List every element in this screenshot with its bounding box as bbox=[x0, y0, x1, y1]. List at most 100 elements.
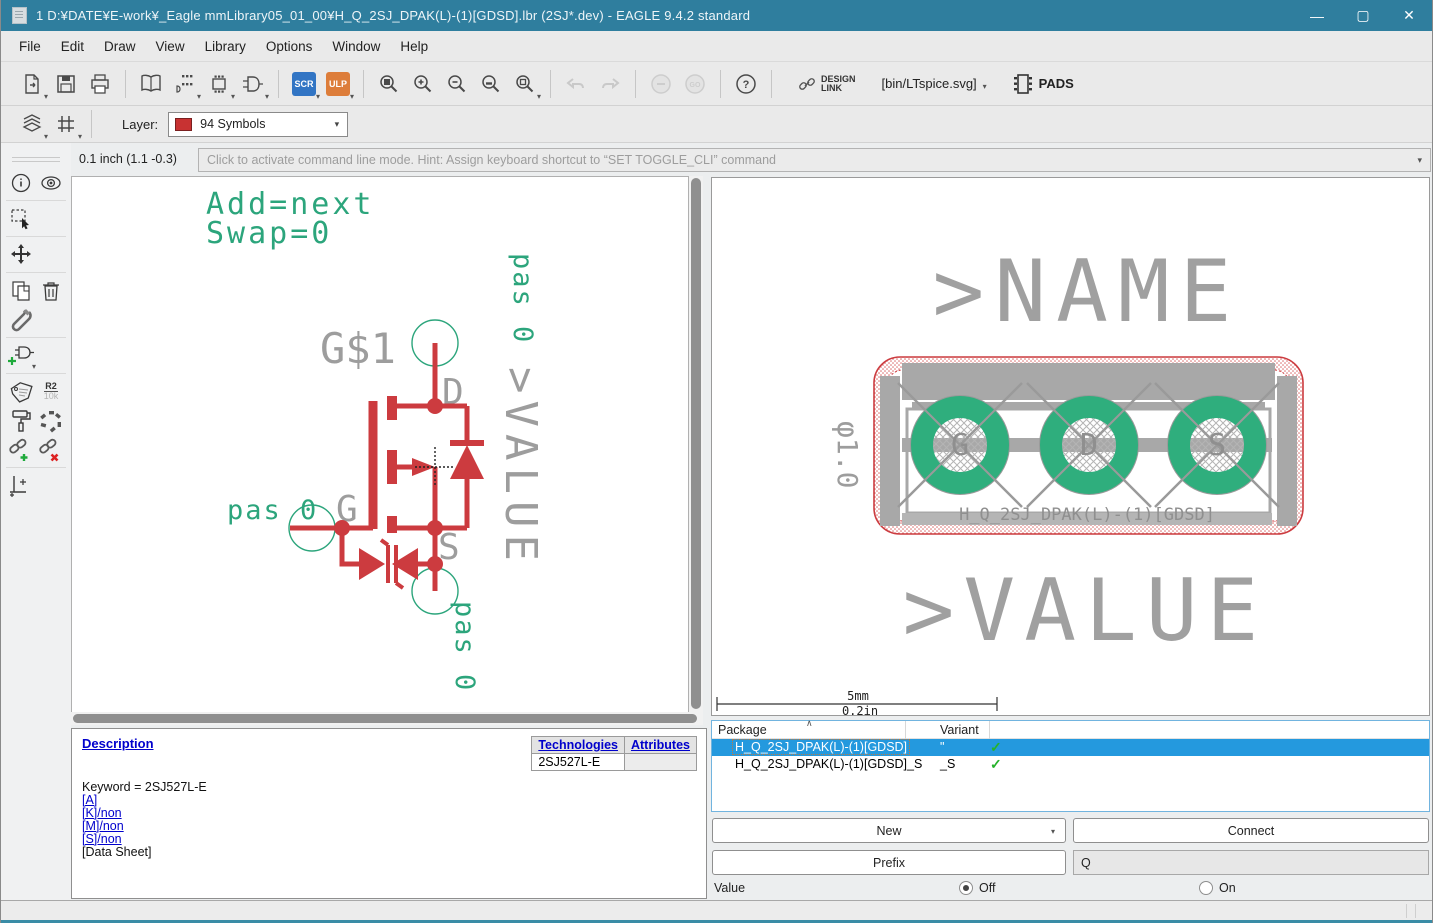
menu-edit[interactable]: Edit bbox=[51, 35, 94, 58]
status-bar bbox=[1, 900, 1432, 920]
package-canvas[interactable]: >NAME >VALUE G D S H_Q_2SJ_DPAK(L)-(1)[G… bbox=[711, 177, 1430, 718]
scale-bar: 5mm 0.2in bbox=[716, 689, 998, 718]
window-title: 1 D:¥DATE¥E-work¥_Eagle mmLibrary05_01_0… bbox=[36, 8, 751, 23]
change-tool-button[interactable] bbox=[6, 305, 36, 334]
description-link[interactable]: Description bbox=[82, 736, 154, 751]
close-button[interactable]: ✕ bbox=[1386, 0, 1432, 31]
link-s-non[interactable]: [S]/non bbox=[82, 833, 207, 846]
help-button[interactable]: ? bbox=[730, 68, 762, 100]
prefix-value: Q bbox=[1081, 855, 1091, 870]
move-tool-button[interactable] bbox=[6, 240, 36, 269]
zoom-select-button[interactable] bbox=[475, 68, 507, 100]
go-button[interactable]: GO bbox=[679, 68, 711, 100]
symbol-canvas[interactable]: Add=next Swap=0 G$1 D G S >VALUE pas 0 p… bbox=[71, 176, 689, 712]
drill-size-label: φ1.0 bbox=[831, 421, 864, 488]
pads-label: PADS bbox=[1038, 76, 1074, 91]
dimension-tool-button[interactable] bbox=[6, 471, 36, 500]
smash-tool-button[interactable] bbox=[36, 406, 66, 435]
print-button[interactable] bbox=[84, 68, 116, 100]
show-tool-button[interactable] bbox=[36, 168, 66, 197]
symbol-canvas-hscrollbar[interactable] bbox=[71, 712, 703, 725]
column-divider[interactable] bbox=[905, 721, 906, 739]
pads-button[interactable]: PADS bbox=[1013, 72, 1074, 96]
script-button[interactable]: SCR ▾ bbox=[288, 68, 320, 100]
value-tool-button[interactable]: R2 10k bbox=[36, 377, 66, 406]
device-editor-button[interactable]: ▾ bbox=[169, 68, 201, 100]
vscroll-thumb[interactable] bbox=[691, 178, 701, 709]
info-tool-button[interactable] bbox=[6, 168, 36, 197]
menu-view[interactable]: View bbox=[146, 35, 195, 58]
pin-top-label: pas 0 bbox=[507, 253, 538, 344]
resize-grip[interactable] bbox=[1406, 904, 1426, 918]
save-button[interactable] bbox=[50, 68, 82, 100]
zoom-fit-button[interactable] bbox=[373, 68, 405, 100]
column-variant[interactable]: Variant bbox=[940, 723, 979, 737]
coordinate-display: 0.1 inch (1.1 -0.3) bbox=[79, 152, 177, 166]
ltspice-label: [bin/LTspice.svg] bbox=[881, 76, 977, 91]
grid-button[interactable]: ▾ bbox=[50, 108, 82, 141]
attributes-header-link[interactable]: Attributes bbox=[623, 736, 698, 754]
ltspice-dropdown[interactable]: [bin/LTspice.svg] ▾ bbox=[882, 76, 987, 91]
palette-drag-handle[interactable] bbox=[12, 157, 60, 162]
prefix-value-field[interactable]: Q bbox=[1073, 850, 1429, 875]
command-line-input[interactable]: Click to activate command line mode. Hin… bbox=[198, 148, 1431, 172]
package-table-header[interactable]: Package ∧ Variant bbox=[712, 718, 1429, 739]
copy-tool-button[interactable] bbox=[6, 276, 36, 305]
design-link-button[interactable]: DESIGN LINK bbox=[798, 74, 856, 93]
package-editor-button[interactable]: ▾ bbox=[203, 68, 235, 100]
pad-label-g: G bbox=[951, 428, 969, 463]
menu-help[interactable]: Help bbox=[390, 35, 438, 58]
minimize-button[interactable]: — bbox=[1294, 0, 1340, 31]
column-package[interactable]: Package bbox=[718, 723, 767, 737]
table-row[interactable]: H_Q_2SJ_DPAK(L)-(1)[GDSD]_S _S ✓ bbox=[712, 756, 1429, 773]
layer-settings-button[interactable]: ▾ bbox=[16, 108, 48, 141]
add-part-tool-button[interactable]: ▾ bbox=[6, 341, 36, 371]
menu-draw[interactable]: Draw bbox=[94, 35, 146, 58]
menu-file[interactable]: File bbox=[9, 35, 51, 58]
toolbar-separator bbox=[91, 110, 92, 138]
paint-tool-button[interactable] bbox=[6, 406, 36, 435]
technologies-header-link[interactable]: Technologies bbox=[531, 736, 625, 754]
column-divider[interactable] bbox=[989, 721, 990, 739]
zoom-redraw-button[interactable]: ▾ bbox=[509, 68, 541, 100]
ulp-button[interactable]: ULP ▾ bbox=[322, 68, 354, 100]
connect-button[interactable]: Connect bbox=[1073, 818, 1429, 843]
attach-tool-button[interactable] bbox=[6, 435, 36, 464]
prefix-button[interactable]: Prefix bbox=[712, 850, 1066, 875]
palette-separator bbox=[6, 200, 66, 201]
help-icon-label: ? bbox=[743, 79, 750, 91]
menu-options[interactable]: Options bbox=[256, 35, 323, 58]
layer-color-swatch bbox=[175, 117, 193, 131]
hscroll-thumb[interactable] bbox=[73, 714, 697, 723]
open-library-button[interactable] bbox=[135, 68, 167, 100]
link-k-non[interactable]: [K]/non bbox=[82, 807, 207, 820]
value-on-radio[interactable]: On bbox=[1199, 881, 1236, 895]
pad-label-s: S bbox=[1208, 428, 1226, 463]
chevron-down-icon: ▾ bbox=[1417, 154, 1422, 165]
layer-select[interactable]: 94 Symbols ▾ bbox=[168, 111, 349, 137]
new-package-button[interactable]: New ▾ bbox=[712, 818, 1066, 843]
link-m-non[interactable]: [M]/non bbox=[82, 820, 207, 833]
name-tool-button[interactable] bbox=[6, 377, 36, 406]
symbol-canvas-vscrollbar[interactable] bbox=[689, 176, 703, 712]
redo-button[interactable] bbox=[594, 68, 626, 100]
toolbar-separator bbox=[278, 69, 279, 98]
stop-button[interactable] bbox=[645, 68, 677, 100]
undo-button[interactable] bbox=[560, 68, 592, 100]
detach-tool-button[interactable] bbox=[36, 435, 66, 464]
new-document-button[interactable]: ▾ bbox=[16, 68, 48, 100]
zoom-in-button[interactable] bbox=[407, 68, 439, 100]
delete-tool-button[interactable] bbox=[36, 276, 66, 305]
table-row[interactable]: H_Q_2SJ_DPAK(L)-(1)[GDSD] " ✓ bbox=[712, 739, 1429, 756]
zoom-out-button[interactable] bbox=[441, 68, 473, 100]
menu-window[interactable]: Window bbox=[322, 35, 390, 58]
maximize-button[interactable]: ▢ bbox=[1340, 0, 1386, 31]
menu-library[interactable]: Library bbox=[195, 35, 256, 58]
value-off-radio[interactable]: Off bbox=[959, 881, 995, 895]
symbol-editor-button[interactable]: ▾ bbox=[237, 68, 269, 100]
link-a[interactable]: [A] bbox=[82, 794, 207, 807]
toolbar-separator bbox=[125, 69, 126, 98]
group-select-tool-button[interactable] bbox=[6, 204, 36, 233]
prefix-button-label: Prefix bbox=[873, 855, 905, 870]
chevron-down-icon: ▾ bbox=[77, 132, 82, 141]
